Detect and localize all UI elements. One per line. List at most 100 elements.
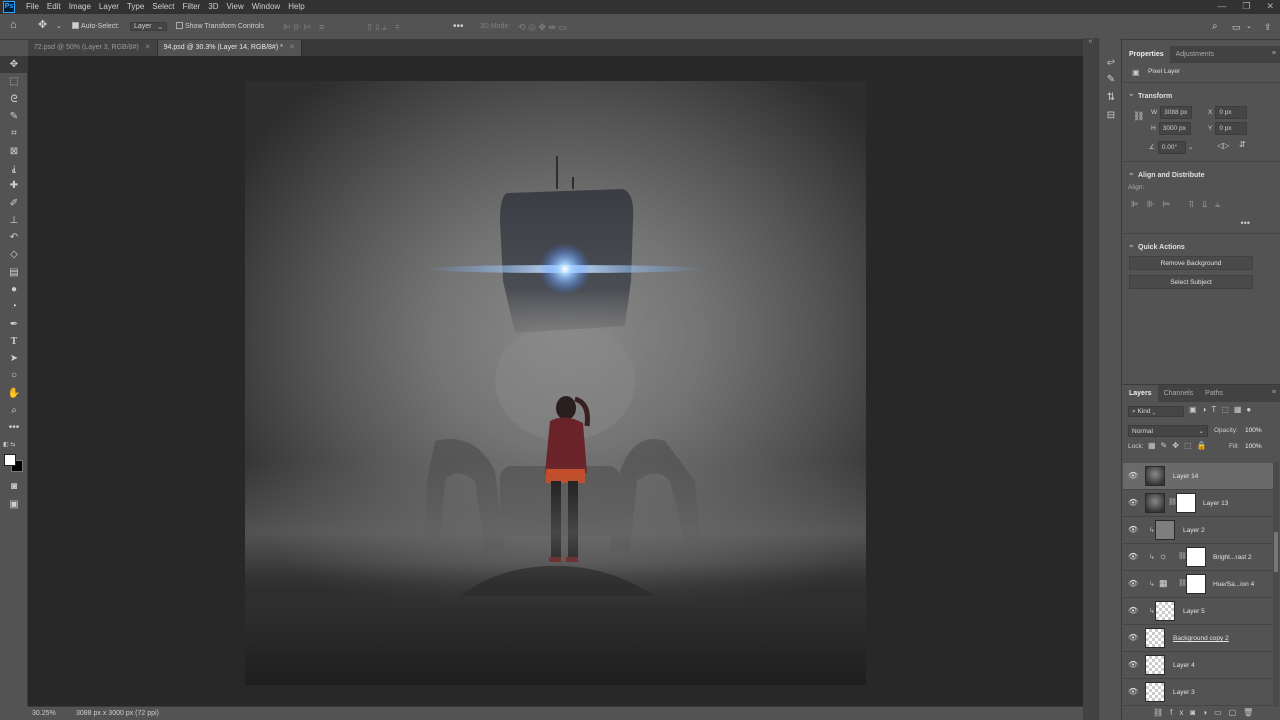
link-dimensions-icon[interactable]: ⛓ xyxy=(1133,111,1144,122)
shape-tool[interactable]: ○ xyxy=(0,367,28,384)
flip-horizontal-icon[interactable]: ◁▷ xyxy=(1217,141,1229,150)
close-icon[interactable]: ✕ xyxy=(1266,1,1274,12)
visibility-eye-icon[interactable]: 👁 xyxy=(1128,606,1138,616)
layer-name[interactable]: Bright...rast 2 xyxy=(1213,544,1252,571)
quick-actions-title[interactable]: Quick Actions xyxy=(1123,239,1280,254)
layer-mask-thumbnail[interactable] xyxy=(1176,493,1196,513)
crop-tool[interactable]: ⌗ xyxy=(0,125,28,142)
y-input[interactable]: 0 px xyxy=(1215,122,1248,135)
height-field[interactable]: H 3000 px xyxy=(1151,122,1191,135)
tab-paths[interactable]: Paths xyxy=(1199,385,1229,402)
character-panel-icon[interactable]: ⇅ xyxy=(1099,88,1123,106)
menu-filter[interactable]: Filter xyxy=(179,0,205,14)
layers-scrollbar-thumb[interactable] xyxy=(1274,532,1278,572)
adjustments-panel-icon[interactable]: ⊟ xyxy=(1099,106,1123,124)
color-swatches[interactable] xyxy=(4,452,24,472)
layer-row-layer-14[interactable]: 👁 Layer 14 xyxy=(1123,463,1273,490)
menu-3d[interactable]: 3D xyxy=(204,0,222,14)
menu-image[interactable]: Image xyxy=(65,0,95,14)
eraser-tool[interactable]: ◇ xyxy=(0,246,28,263)
x-input[interactable]: 0 px xyxy=(1215,106,1248,119)
layer-row-hue-saturation-4[interactable]: 👁 ↳ ▦ ⛓ Hue/Sa...ion 4 xyxy=(1123,571,1273,598)
layers-menu-icon[interactable]: ≡ xyxy=(1272,389,1276,396)
layer-footer-icons[interactable]: ⛓fx◙◑▭▢🗑 xyxy=(1153,708,1260,717)
history-brush-tool[interactable]: ↶ xyxy=(0,229,28,246)
layer-row-layer-4[interactable]: 👁 Layer 4 xyxy=(1123,652,1273,679)
tab-channels[interactable]: Channels xyxy=(1158,385,1200,402)
lock-icons[interactable]: ▦✎✥⬚🔒 xyxy=(1148,441,1211,450)
hand-tool[interactable]: ✋ xyxy=(0,385,28,402)
width-field[interactable]: W 3088 px xyxy=(1151,106,1193,119)
filter-type-icons[interactable]: ▣◑T⬚▦● xyxy=(1189,405,1256,414)
marquee-tool[interactable]: ⬚ xyxy=(0,73,28,90)
more-tools[interactable]: ••• xyxy=(0,419,28,436)
zoom-tool[interactable]: ⌕ xyxy=(0,402,28,419)
minimize-icon[interactable]: — xyxy=(1217,1,1226,12)
select-subject-button[interactable]: Select Subject xyxy=(1129,275,1253,289)
type-tool[interactable]: T xyxy=(0,333,28,350)
more-align-icon[interactable]: ••• xyxy=(1241,218,1250,228)
brush-tool[interactable]: ✐ xyxy=(0,194,28,211)
close-tab-icon[interactable]: ✕ xyxy=(289,44,295,51)
transform-title[interactable]: Transform xyxy=(1123,88,1280,103)
eyedropper-tool[interactable]: ⸘ xyxy=(0,160,28,177)
gradient-tool[interactable]: ▤ xyxy=(0,264,28,281)
layers-scrollbar[interactable] xyxy=(1273,462,1279,707)
angle-field[interactable]: ∠ 0.00° ⌄ xyxy=(1149,141,1193,154)
3d-mode-icons[interactable]: ⟲ ◎ ✥ ⇹ ▭ xyxy=(518,20,567,34)
auto-select-checkbox[interactable]: Auto-Select: xyxy=(72,20,119,34)
layer-filter-select[interactable]: ⌕ Kind ⌄ xyxy=(1128,406,1184,417)
clone-stamp-tool[interactable]: ⊥ xyxy=(0,212,28,229)
show-transform-check-icon[interactable] xyxy=(176,22,183,29)
visibility-eye-icon[interactable]: 👁 xyxy=(1128,633,1138,643)
tab-72-psd[interactable]: 72.psd @ 50% (Layer 3, RGB/8#) ✕ xyxy=(28,40,158,56)
document-workspace[interactable] xyxy=(28,56,1083,706)
quick-select-tool[interactable]: ✎ xyxy=(0,108,28,125)
layer-name[interactable]: Layer 14 xyxy=(1173,463,1198,490)
move-tool[interactable]: ✥ xyxy=(0,56,28,74)
workspace-chevron-icon[interactable]: ⌄ xyxy=(1246,20,1252,34)
align-buttons[interactable]: ⊫ ⊪ ⊨ ≡ xyxy=(283,20,324,34)
panel-menu-icon[interactable]: ≡ xyxy=(1272,50,1276,57)
menu-edit[interactable]: Edit xyxy=(43,0,65,14)
visibility-eye-icon[interactable]: 👁 xyxy=(1128,525,1138,535)
blur-tool[interactable]: ● xyxy=(0,281,28,298)
visibility-eye-icon[interactable]: 👁 xyxy=(1128,498,1138,508)
collapse-panels-icon[interactable]: « xyxy=(1083,38,1098,45)
width-input[interactable]: 3088 px xyxy=(1160,106,1193,119)
close-tab-icon[interactable]: ✕ xyxy=(145,44,151,51)
menu-window[interactable]: Window xyxy=(248,0,284,14)
menu-help[interactable]: Help xyxy=(284,0,308,14)
auto-select-check-icon[interactable] xyxy=(72,22,79,29)
tool-preset-chevron-icon[interactable]: ⌄ xyxy=(56,20,62,34)
fill-input[interactable]: 100% xyxy=(1245,443,1262,450)
default-colors-icon[interactable]: ◧ ⇆ xyxy=(3,441,15,448)
canvas-artwork[interactable] xyxy=(245,81,866,685)
share-icon[interactable]: ⇪ xyxy=(1264,20,1272,34)
menu-layer[interactable]: Layer xyxy=(95,0,123,14)
tab-94-psd[interactable]: 94.psd @ 30.3% (Layer 14, RGB/8#) * ✕ xyxy=(157,40,302,56)
layer-name[interactable]: Background copy 2 xyxy=(1173,625,1229,652)
tab-layers[interactable]: Layers xyxy=(1123,385,1158,402)
menu-file[interactable]: File xyxy=(22,0,43,14)
blend-mode-select[interactable]: Normal ⌄ xyxy=(1128,425,1208,437)
angle-input[interactable]: 0.00° xyxy=(1157,141,1186,154)
visibility-eye-icon[interactable]: 👁 xyxy=(1128,552,1138,562)
layer-row-layer-13[interactable]: 👁 ⛓ Layer 13 xyxy=(1123,490,1273,517)
healing-brush-tool[interactable]: ✚ xyxy=(0,177,28,194)
layer-row-layer-2[interactable]: 👁 ↳ Layer 2 xyxy=(1123,517,1273,544)
show-transform-checkbox[interactable]: Show Transform Controls xyxy=(176,20,264,34)
flip-vertical-icon[interactable]: ⇵ xyxy=(1239,140,1246,149)
layer-row-layer-3[interactable]: 👁 Layer 3 xyxy=(1123,679,1273,706)
layer-row-background-copy-2[interactable]: 👁 Background copy 2 xyxy=(1123,625,1273,652)
foreground-color-swatch[interactable] xyxy=(4,454,16,466)
zoom-level[interactable]: 30.25% xyxy=(32,707,56,720)
quick-mask-icon[interactable]: ◙ xyxy=(0,478,28,495)
y-field[interactable]: Y0 px xyxy=(1208,122,1248,135)
align-title[interactable]: Align and Distribute xyxy=(1123,167,1280,182)
document-info[interactable]: 3088 px x 3000 px (72 ppi) xyxy=(76,707,159,720)
layer-name[interactable]: Layer 3 xyxy=(1173,679,1195,706)
frame-tool[interactable]: ⊠ xyxy=(0,142,28,159)
layer-row-brightness-contrast-2[interactable]: 👁 ↳ ☼ ⛓ Bright...rast 2 xyxy=(1123,544,1273,571)
angle-chevron-icon[interactable]: ⌄ xyxy=(1188,144,1193,151)
